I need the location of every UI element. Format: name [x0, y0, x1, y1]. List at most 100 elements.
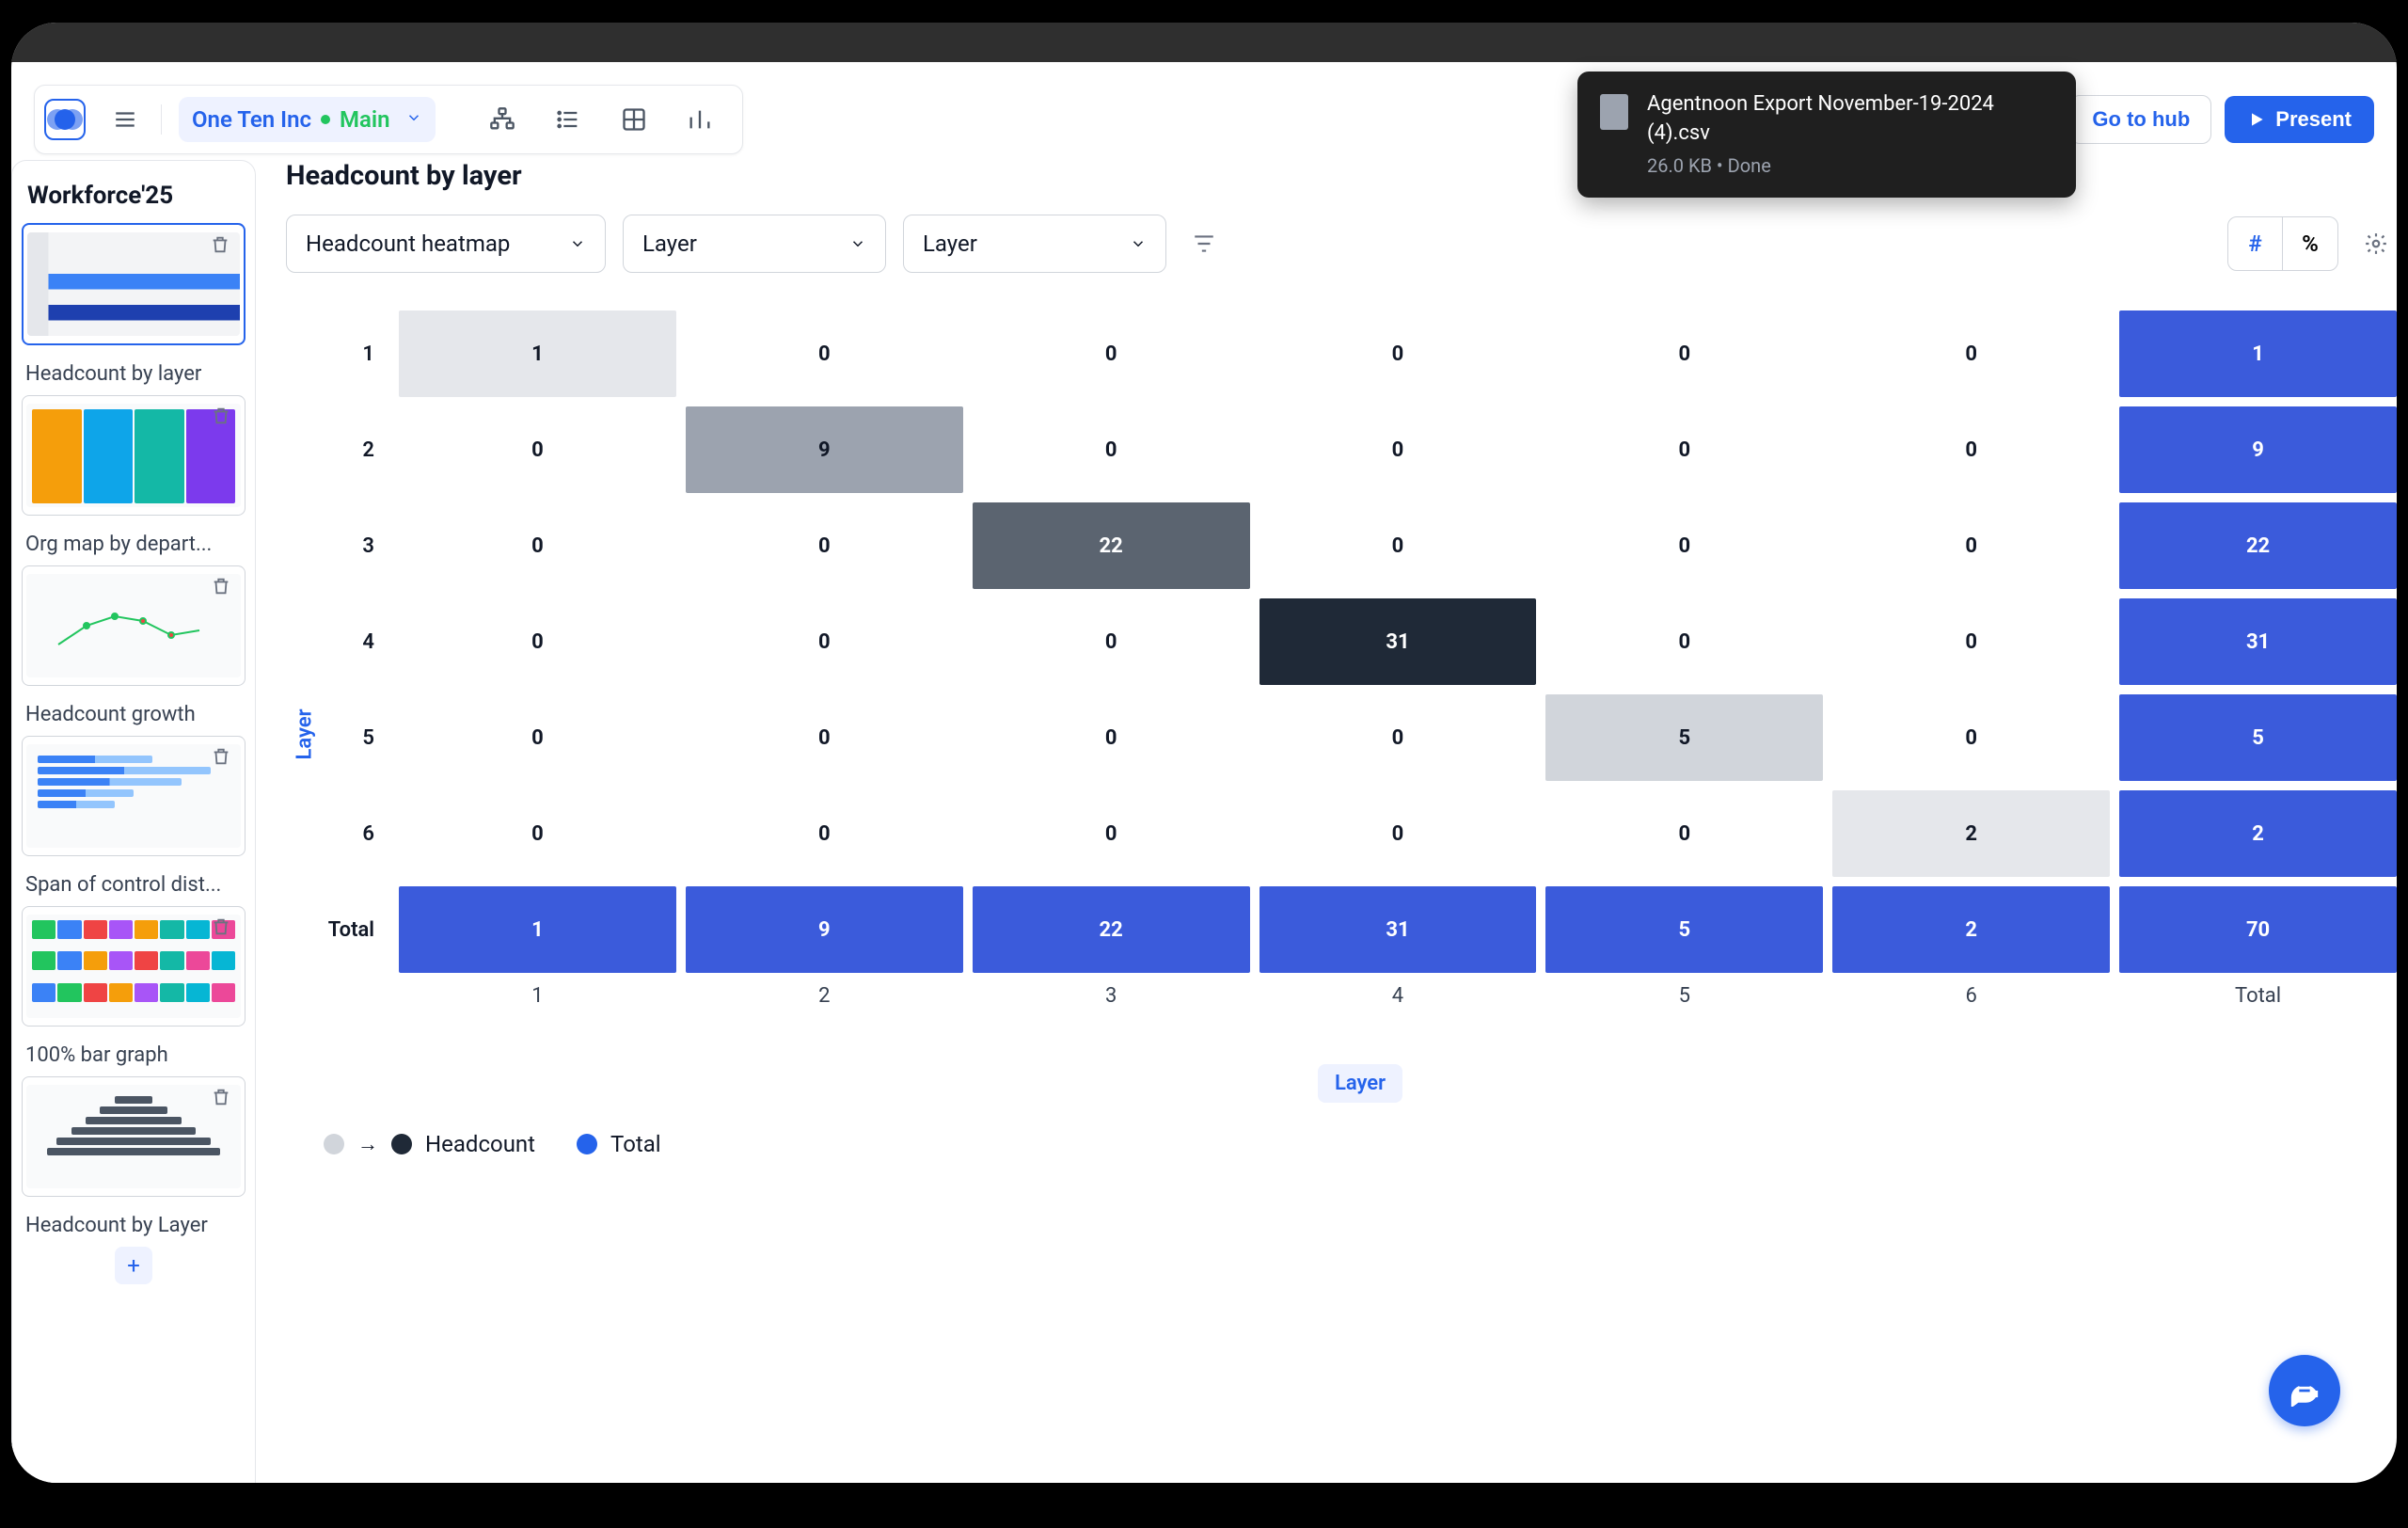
heatmap-cell[interactable]: 2: [2119, 790, 2397, 877]
layout-icon[interactable]: [614, 100, 654, 139]
download-toast[interactable]: Agentnoon Export November-19-2024 (4).cs…: [1577, 72, 2076, 198]
org-chart-icon[interactable]: [483, 100, 522, 139]
heatmap-cell[interactable]: 0: [399, 790, 676, 877]
heatmap-cell[interactable]: 0: [1545, 598, 1823, 685]
heatmap-cell[interactable]: 0: [1545, 310, 1823, 397]
heatmap-cell[interactable]: 0: [1259, 694, 1537, 781]
legend-total-label: Total: [610, 1131, 661, 1157]
heatmap-cell[interactable]: 31: [1259, 598, 1537, 685]
heatmap-cell[interactable]: 5: [1545, 694, 1823, 781]
row-dimension-dropdown[interactable]: Layer: [623, 215, 886, 273]
thumbnail-preview: [26, 404, 241, 507]
column-label: 1: [399, 984, 676, 1008]
sidebar-item-label: Headcount by layer: [22, 357, 246, 386]
trash-icon[interactable]: [211, 1087, 235, 1111]
trash-icon[interactable]: [210, 234, 234, 259]
sidebar-item-headcount-growth[interactable]: [22, 565, 246, 686]
heatmap-cell[interactable]: 1: [399, 310, 676, 397]
heatmap-cell[interactable]: 0: [686, 310, 963, 397]
heatmap-cell[interactable]: 9: [686, 886, 963, 973]
row-label: 6: [324, 790, 389, 877]
list-icon[interactable]: [548, 100, 588, 139]
heatmap-cell[interactable]: 0: [399, 502, 676, 589]
heatmap-cell[interactable]: 0: [973, 406, 1250, 493]
heatmap-cell[interactable]: 0: [1832, 310, 2110, 397]
heatmap-cell[interactable]: 1: [399, 886, 676, 973]
legend-swatch-dark: [391, 1134, 412, 1154]
heatmap-cell[interactable]: 0: [1545, 502, 1823, 589]
sidebar-item-org-map[interactable]: [22, 395, 246, 516]
go-to-hub-button[interactable]: Go to hub: [2070, 95, 2211, 144]
trash-icon[interactable]: [211, 406, 235, 430]
heatmap-cell[interactable]: 2: [1832, 886, 2110, 973]
chart-type-dropdown[interactable]: Headcount heatmap: [286, 215, 606, 273]
sidebar-item-100-bar[interactable]: [22, 906, 246, 1027]
heatmap-cell[interactable]: 0: [973, 598, 1250, 685]
heatmap-cell[interactable]: 0: [686, 694, 963, 781]
heatmap-cell[interactable]: 0: [973, 310, 1250, 397]
heatmap-cell[interactable]: 22: [973, 886, 1250, 973]
heatmap-cell[interactable]: 22: [2119, 502, 2397, 589]
sidebar-item-label: Headcount growth: [22, 697, 246, 726]
branch-name: Main: [340, 106, 390, 133]
sidebar-title: Workforce'25: [22, 178, 246, 223]
heatmap-cell[interactable]: 22: [973, 502, 1250, 589]
heatmap-cell[interactable]: 0: [399, 598, 676, 685]
thumbnail-preview: [26, 915, 241, 1018]
app-logo[interactable]: [44, 99, 86, 140]
heatmap-cell[interactable]: 0: [399, 694, 676, 781]
heatmap-cell[interactable]: 0: [1832, 694, 2110, 781]
heatmap-cell[interactable]: 0: [1259, 790, 1537, 877]
x-axis-label-pill: Layer: [1318, 1064, 1402, 1103]
heatmap-cell[interactable]: 0: [1545, 406, 1823, 493]
thumbnail-preview: [26, 574, 241, 677]
heatmap-cell[interactable]: 0: [973, 694, 1250, 781]
heatmap-cell[interactable]: 0: [686, 790, 963, 877]
heatmap-cell[interactable]: 9: [2119, 406, 2397, 493]
column-label: 4: [1259, 984, 1537, 1008]
present-button[interactable]: Present: [2225, 96, 2374, 143]
heatmap-cell[interactable]: 0: [1832, 406, 2110, 493]
heatmap-cell[interactable]: 0: [686, 598, 963, 685]
heatmap-cell[interactable]: 31: [2119, 598, 2397, 685]
heatmap-cell[interactable]: 9: [686, 406, 963, 493]
heatmap-cell[interactable]: 0: [399, 406, 676, 493]
heatmap-cell[interactable]: 0: [973, 790, 1250, 877]
heatmap-cell[interactable]: 31: [1259, 886, 1537, 973]
toggle-percent[interactable]: %: [2283, 217, 2337, 270]
heatmap-cell[interactable]: 0: [1832, 502, 2110, 589]
heatmap-cell[interactable]: 1: [2119, 310, 2397, 397]
dropdown-value: Layer: [642, 231, 697, 257]
column-label: 6: [1832, 984, 2110, 1008]
heatmap-cell[interactable]: 0: [1545, 790, 1823, 877]
add-slide-button[interactable]: +: [115, 1247, 152, 1284]
heatmap-cell[interactable]: 70: [2119, 886, 2397, 973]
dropdown-value: Layer: [923, 231, 977, 257]
heatmap-cell[interactable]: 5: [2119, 694, 2397, 781]
chat-button[interactable]: [2269, 1355, 2340, 1426]
sidebar: Workforce'25 Headcount by layer Org map …: [11, 160, 256, 1483]
sidebar-item-headcount-by-layer[interactable]: [22, 223, 246, 345]
heatmap-cell[interactable]: 0: [1259, 502, 1537, 589]
col-dimension-dropdown[interactable]: Layer: [903, 215, 1166, 273]
heatmap-cell[interactable]: 5: [1545, 886, 1823, 973]
gear-icon[interactable]: [2355, 223, 2397, 264]
heatmap-cell[interactable]: 0: [1259, 406, 1537, 493]
trash-icon[interactable]: [211, 576, 235, 600]
org-switcher[interactable]: One Ten Inc Main: [179, 97, 436, 142]
x-axis-caption: Layer: [324, 1064, 2397, 1103]
trash-icon[interactable]: [211, 916, 235, 941]
value-format-toggle: # %: [2227, 216, 2338, 271]
heatmap-cell[interactable]: 0: [1259, 310, 1537, 397]
toggle-hash[interactable]: #: [2228, 217, 2283, 270]
heatmap-cell[interactable]: 0: [686, 502, 963, 589]
heatmap-cell[interactable]: 2: [1832, 790, 2110, 877]
trash-icon[interactable]: [211, 746, 235, 771]
sidebar-item-span-of-control[interactable]: [22, 736, 246, 856]
filter-icon[interactable]: [1183, 223, 1225, 264]
chevron-down-icon: [1130, 235, 1147, 252]
heatmap-cell[interactable]: 0: [1832, 598, 2110, 685]
sidebar-item-headcount-by-layer-2[interactable]: [22, 1076, 246, 1197]
bar-chart-icon[interactable]: [680, 100, 720, 139]
menu-icon[interactable]: [103, 97, 148, 142]
